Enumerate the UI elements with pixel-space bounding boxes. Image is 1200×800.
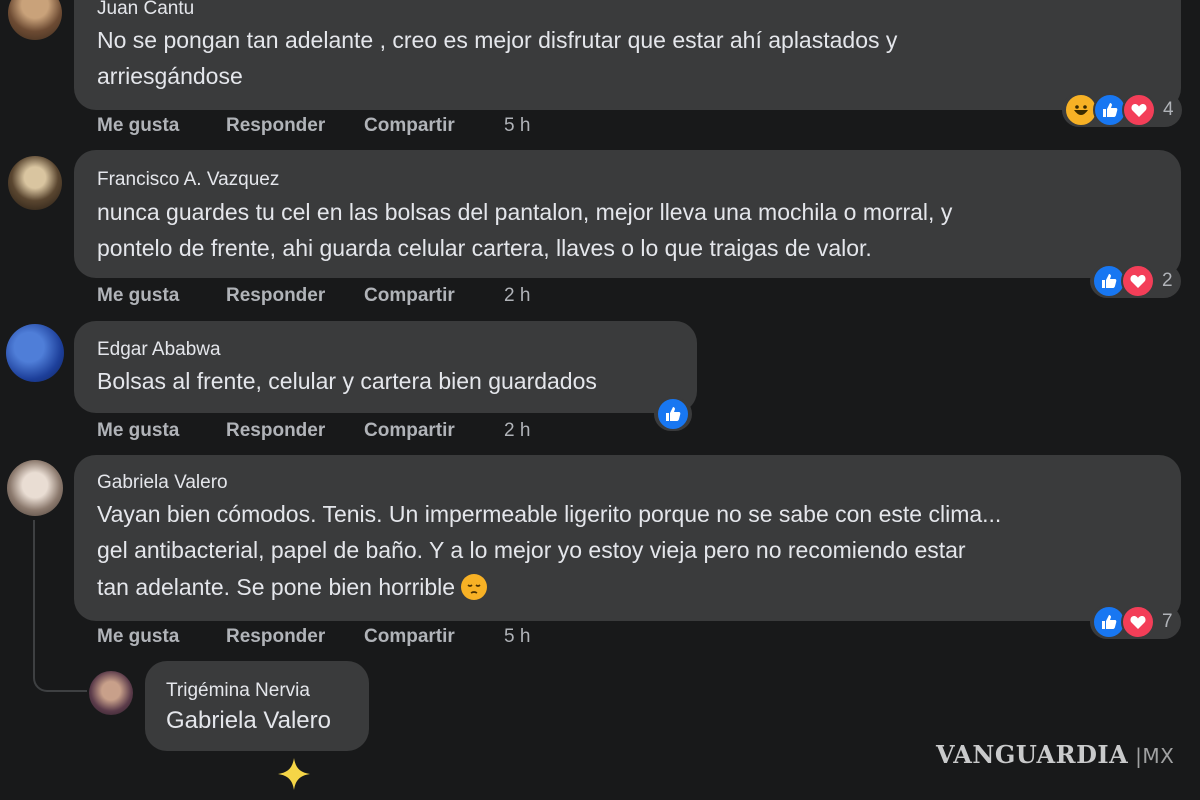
like-link[interactable]: Me gusta xyxy=(97,626,179,648)
avatar[interactable] xyxy=(6,324,64,382)
comment-text-fragment: tan adelante. Se pone bien horrible xyxy=(97,574,456,600)
sparkle-icon xyxy=(276,756,312,792)
timestamp[interactable]: 5 h xyxy=(504,626,530,648)
avatar[interactable] xyxy=(7,460,63,516)
comment-text-line: No se pongan tan adelante , creo es mejo… xyxy=(97,27,898,53)
comment-text-line: Vayan bien cómodos. Tenis. Un impermeabl… xyxy=(97,501,1002,527)
avatar[interactable] xyxy=(8,0,62,40)
avatar[interactable] xyxy=(8,156,62,210)
comment-author[interactable]: Francisco A. Vazquez xyxy=(97,169,279,191)
watermark-separator: | xyxy=(1128,744,1143,768)
love-reaction-icon xyxy=(1122,93,1156,127)
reaction-count: 4 xyxy=(1163,99,1174,120)
comment-text-line: gel antibacterial, papel de baño. Y a lo… xyxy=(97,537,966,563)
share-link[interactable]: Compartir xyxy=(364,115,455,137)
brand-watermark: VANGUARDIA |MX xyxy=(936,740,1174,769)
watermark-brand: VANGUARDIA xyxy=(936,740,1129,769)
reaction-summary[interactable]: 2 xyxy=(1090,264,1181,298)
like-reaction-icon xyxy=(656,397,690,431)
share-link[interactable]: Compartir xyxy=(364,626,455,648)
reaction-count: 7 xyxy=(1162,611,1173,632)
pensive-emoji-icon xyxy=(461,574,488,600)
like-link[interactable]: Me gusta xyxy=(97,115,179,137)
comment-author[interactable]: Edgar Ababwa xyxy=(97,339,221,361)
like-link[interactable]: Me gusta xyxy=(97,420,179,442)
watermark-suffix: MX xyxy=(1142,744,1175,768)
comment-text-line: arriesgándose xyxy=(97,63,243,89)
reply-link[interactable]: Responder xyxy=(226,115,325,137)
reply-link[interactable]: Responder xyxy=(226,285,325,307)
comment-text-line: nunca guardes tu cel en las bolsas del p… xyxy=(97,199,953,225)
reply-author[interactable]: Trigémina Nervia xyxy=(166,680,310,702)
reply-link[interactable]: Responder xyxy=(226,420,325,442)
avatar[interactable] xyxy=(89,671,133,715)
love-reaction-icon xyxy=(1121,264,1155,298)
timestamp[interactable]: 2 h xyxy=(504,420,530,442)
comment-author[interactable]: Gabriela Valero xyxy=(97,472,228,494)
comment-text-line: tan adelante. Se pone bien horrible xyxy=(97,569,488,605)
share-link[interactable]: Compartir xyxy=(364,285,455,307)
love-reaction-icon xyxy=(1121,605,1155,639)
timestamp[interactable]: 2 h xyxy=(504,285,530,307)
reaction-summary[interactable]: 4 xyxy=(1062,93,1182,127)
reaction-summary[interactable]: 7 xyxy=(1090,605,1181,639)
reaction-summary[interactable] xyxy=(654,397,692,431)
like-link[interactable]: Me gusta xyxy=(97,285,179,307)
reply-mention[interactable]: Gabriela Valero xyxy=(166,703,331,739)
reaction-count: 2 xyxy=(1162,270,1173,291)
timestamp[interactable]: 5 h xyxy=(504,115,530,137)
share-link[interactable]: Compartir xyxy=(364,420,455,442)
comment-author[interactable]: Juan Cantu xyxy=(97,0,194,20)
comment-text-line: Bolsas al frente, celular y cartera bien… xyxy=(97,368,597,394)
comment-text-line: pontelo de frente, ahi guarda celular ca… xyxy=(97,235,872,261)
reply-link[interactable]: Responder xyxy=(226,626,325,648)
